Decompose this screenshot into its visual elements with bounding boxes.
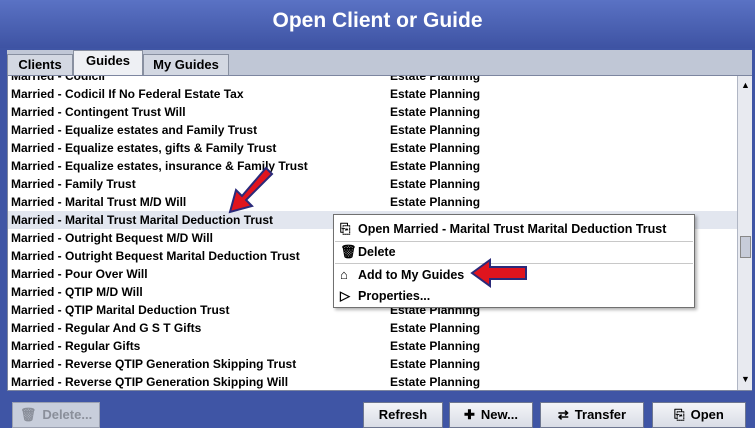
scroll-up-arrow-icon[interactable]: ▲ [740, 80, 751, 91]
list-item[interactable]: Married - Regular And G S T Gifts Estate … [8, 319, 738, 337]
properties-icon: ▷ [340, 288, 350, 303]
trash-icon: 🗑 [19, 407, 37, 422]
transfer-button[interactable]: ⇄ Transfer [540, 402, 644, 428]
list-item[interactable]: Married - Codicil Estate Planning [8, 76, 738, 85]
window-title: Open Client or Guide [272, 9, 483, 32]
title-bar: Open Client or Guide [0, 0, 755, 48]
list-item[interactable]: Married - Codicil If No Federal Estate T… [8, 85, 738, 103]
tab-guides[interactable]: Guides [73, 50, 143, 76]
open-button[interactable]: ⎘ Open [652, 402, 746, 428]
annotation-arrow-left [470, 258, 527, 288]
bank-icon: ⌂ [340, 267, 348, 282]
transfer-icon: ⇄ [557, 407, 569, 422]
tab-clients[interactable]: Clients [7, 54, 73, 76]
trash-icon: 🗑 [340, 244, 357, 259]
scroll-thumb[interactable] [740, 236, 751, 258]
tab-my-guides[interactable]: My Guides [143, 54, 229, 76]
refresh-button[interactable]: Refresh [363, 402, 443, 428]
new-user-icon: ✚ [464, 407, 475, 422]
list-item[interactable]: Married - Marital Trust M/D Will Estate P… [8, 193, 738, 211]
vertical-scrollbar[interactable]: ▲ ▼ [737, 76, 752, 390]
menu-item-properties[interactable]: ▷ Properties... [334, 285, 694, 307]
list-item[interactable]: Married - Equalize estates, gifts & Fami… [8, 139, 738, 157]
open-folder-icon: ⎘ [340, 221, 351, 236]
list-item[interactable]: Married - Family Trust Estate Planning [8, 175, 738, 193]
menu-item-open[interactable]: ⎘ Open Married - Marital Trust Marital D… [334, 218, 694, 240]
delete-button[interactable]: 🗑 Delete... [12, 402, 100, 428]
open-folder-icon: ⎘ [674, 407, 685, 422]
list-item[interactable]: Married - Equalize estates, insurance & … [8, 157, 738, 175]
list-item[interactable]: Married - Reverse QTIP Generation Skippi… [8, 373, 738, 390]
tab-strip: Clients Guides My Guides [7, 50, 752, 76]
list-item[interactable]: Married - Equalize estates and Family Tr… [8, 121, 738, 139]
open-client-guide-dialog: Open Client or Guide Clients Guides My G… [0, 0, 755, 428]
list-item[interactable]: Married - Regular Gifts Estate Planning [8, 337, 738, 355]
scroll-down-arrow-icon[interactable]: ▼ [740, 374, 751, 385]
new-button[interactable]: ✚ New... [449, 402, 533, 428]
list-item[interactable]: Married - Reverse QTIP Generation Skippi… [8, 355, 738, 373]
annotation-arrow-diagonal [228, 166, 274, 214]
list-item[interactable]: Married - Contingent Trust Will Estate Pl… [8, 103, 738, 121]
